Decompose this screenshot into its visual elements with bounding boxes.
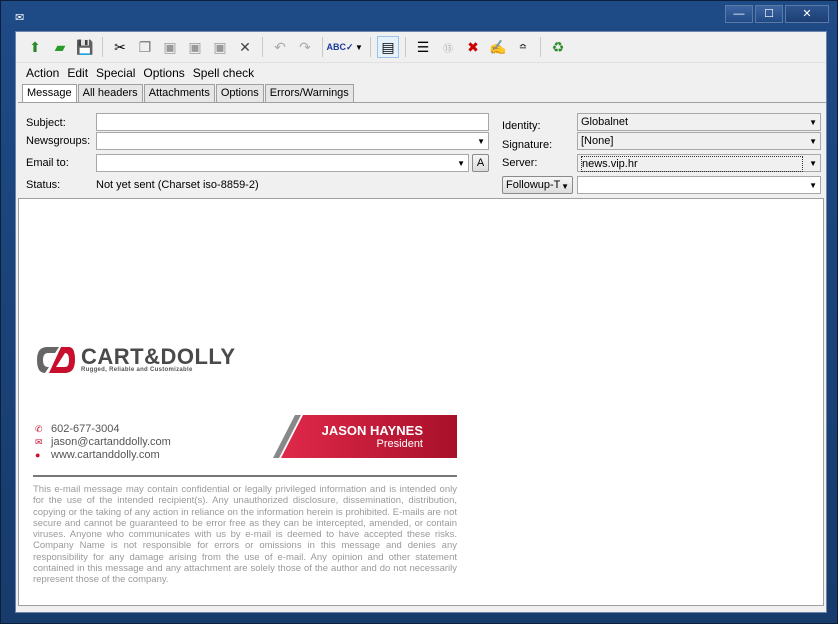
close-button[interactable]: ✕ — [785, 5, 829, 23]
email-text[interactable]: jason@cartanddolly.com — [51, 436, 171, 448]
phone-text: 602-677-3004 — [51, 423, 120, 435]
message-body[interactable]: CART&DOLLY Rugged, Reliable and Customiz… — [18, 198, 824, 606]
spell-check-icon[interactable]: ABC✓ — [326, 36, 353, 58]
email-to-input[interactable]: ▼ — [96, 154, 469, 172]
menu-action[interactable]: Action — [26, 66, 59, 80]
paste-icon[interactable]: ▣ — [159, 36, 181, 58]
server-label: Server: — [502, 157, 538, 169]
menu-bar: Action Edit Special Options Spell check — [16, 62, 826, 82]
identity-label: Identity: — [502, 120, 541, 132]
subject-label: Subject: — [26, 117, 66, 129]
toolbar: ⬆ ▰ 💾 ✂ ❐ ▣ ▣ ▣ ✕ ↶ ↷ ABC✓ ▼ ▤ ☰ ⑬ ✖ ✍ ≏… — [16, 34, 826, 60]
contact-phone: ✆ 602-677-3004 — [35, 423, 120, 435]
header-form: Subject: Newsgroups: ▼ Email to: ▼ A Sta… — [18, 102, 826, 198]
identity-select[interactable]: Globalnet ▼ — [577, 113, 821, 131]
copy-icon[interactable]: ❐ — [134, 36, 156, 58]
save-icon[interactable]: 💾 — [74, 36, 96, 58]
remove-icon[interactable]: ✖ — [462, 36, 484, 58]
maximize-button[interactable]: ☐ — [755, 5, 783, 23]
tab-bar: Message All headers Attachments Options … — [22, 84, 355, 103]
newsgroups-input[interactable]: ▼ — [96, 132, 489, 150]
envelope-icon: ✉ — [15, 12, 25, 24]
followup-to-label: Followup-T — [506, 179, 561, 191]
menu-edit[interactable]: Edit — [67, 66, 88, 80]
compose-window: ✉ — ☐ ✕ ⬆ ▰ 💾 ✂ ❐ ▣ ▣ ▣ ✕ ↶ ↷ ABC✓ ▼ ▤ ☰… — [0, 0, 838, 624]
menu-spell-check[interactable]: Spell check — [193, 66, 254, 80]
web-text[interactable]: www.cartanddolly.com — [51, 449, 160, 461]
mail-icon: ✉ — [35, 436, 43, 447]
view-icon[interactable]: ▤ — [377, 36, 399, 58]
chevron-down-icon: ▼ — [561, 182, 569, 191]
newsgroups-label: Newsgroups: — [26, 135, 91, 147]
chevron-down-icon[interactable]: ▼ — [809, 179, 817, 193]
menu-options[interactable]: Options — [143, 66, 184, 80]
cut-icon[interactable]: ✂ — [109, 36, 131, 58]
tab-all-headers[interactable]: All headers — [77, 84, 143, 102]
status-value: Not yet sent (Charset iso-8859-2) — [96, 179, 259, 191]
identity-value: Globalnet — [581, 116, 629, 128]
signature-label: Signature: — [502, 139, 553, 151]
paste-special-icon[interactable]: ▣ — [209, 36, 231, 58]
address-book-button[interactable]: A — [472, 154, 489, 172]
divider — [33, 475, 457, 477]
contact-web[interactable]: ● www.cartanddolly.com — [35, 449, 160, 461]
signature-value: [None] — [581, 135, 614, 147]
subject-input[interactable] — [96, 113, 489, 131]
wrap-icon[interactable]: ≏ — [512, 36, 534, 58]
followup-to-input[interactable]: ▼ — [577, 176, 821, 194]
chevron-down-icon: ▼ — [809, 118, 817, 127]
brand-name: CART&DOLLY — [81, 344, 236, 369]
minimize-button[interactable]: — — [725, 5, 753, 23]
chevron-down-icon: ▼ — [809, 159, 817, 168]
menu-special[interactable]: Special — [96, 66, 135, 80]
followup-to-button[interactable]: Followup-T ▼ — [502, 176, 573, 194]
undo-icon[interactable]: ↶ — [269, 36, 291, 58]
server-select[interactable]: news.vip.hr ▼ — [577, 154, 821, 172]
send-icon[interactable]: ⬆ — [24, 36, 46, 58]
client-area: ⬆ ▰ 💾 ✂ ❐ ▣ ▣ ▣ ✕ ↶ ↷ ABC✓ ▼ ▤ ☰ ⑬ ✖ ✍ ≏… — [15, 31, 827, 613]
chevron-down-icon[interactable]: ▼ — [457, 157, 465, 171]
tab-message[interactable]: Message — [22, 84, 77, 103]
send-later-icon[interactable]: ▰ — [49, 36, 71, 58]
tab-attachments[interactable]: Attachments — [143, 84, 215, 102]
tab-errors-warnings[interactable]: Errors/Warnings — [264, 84, 354, 102]
delete-icon[interactable]: ✕ — [234, 36, 256, 58]
chevron-down-icon[interactable]: ▼ — [354, 36, 364, 58]
person-title: President — [376, 438, 423, 450]
name-banner: JASON HAYNES President — [273, 415, 457, 458]
disclaimer-text: This e-mail message may contain confiden… — [33, 484, 457, 586]
status-label: Status: — [26, 179, 61, 191]
signature-select[interactable]: [None] ▼ — [577, 132, 821, 150]
logo-mark-icon — [37, 347, 75, 373]
phone-icon: ✆ — [35, 423, 43, 434]
globe-icon: ● — [35, 450, 41, 460]
headers-icon[interactable]: ☰ — [412, 36, 434, 58]
server-value: news.vip.hr — [581, 156, 803, 172]
chevron-down-icon[interactable]: ▼ — [477, 135, 485, 149]
tab-options[interactable]: Options — [215, 84, 264, 102]
redo-icon[interactable]: ↷ — [294, 36, 316, 58]
contact-email[interactable]: ✉ jason@cartanddolly.com — [35, 436, 171, 448]
paste-quote-icon[interactable]: ▣ — [184, 36, 206, 58]
recycle-icon[interactable]: ♻ — [547, 36, 569, 58]
person-name: JASON HAYNES — [321, 423, 423, 438]
company-logo: CART&DOLLY Rugged, Reliable and Customiz… — [35, 345, 236, 375]
title-bar: ✉ — ☐ ✕ — [1, 1, 837, 31]
chevron-down-icon: ▼ — [809, 137, 817, 146]
email-to-label: Email to: — [26, 157, 69, 169]
sign-icon[interactable]: ✍ — [487, 36, 509, 58]
rot13-icon[interactable]: ⑬ — [437, 36, 459, 58]
